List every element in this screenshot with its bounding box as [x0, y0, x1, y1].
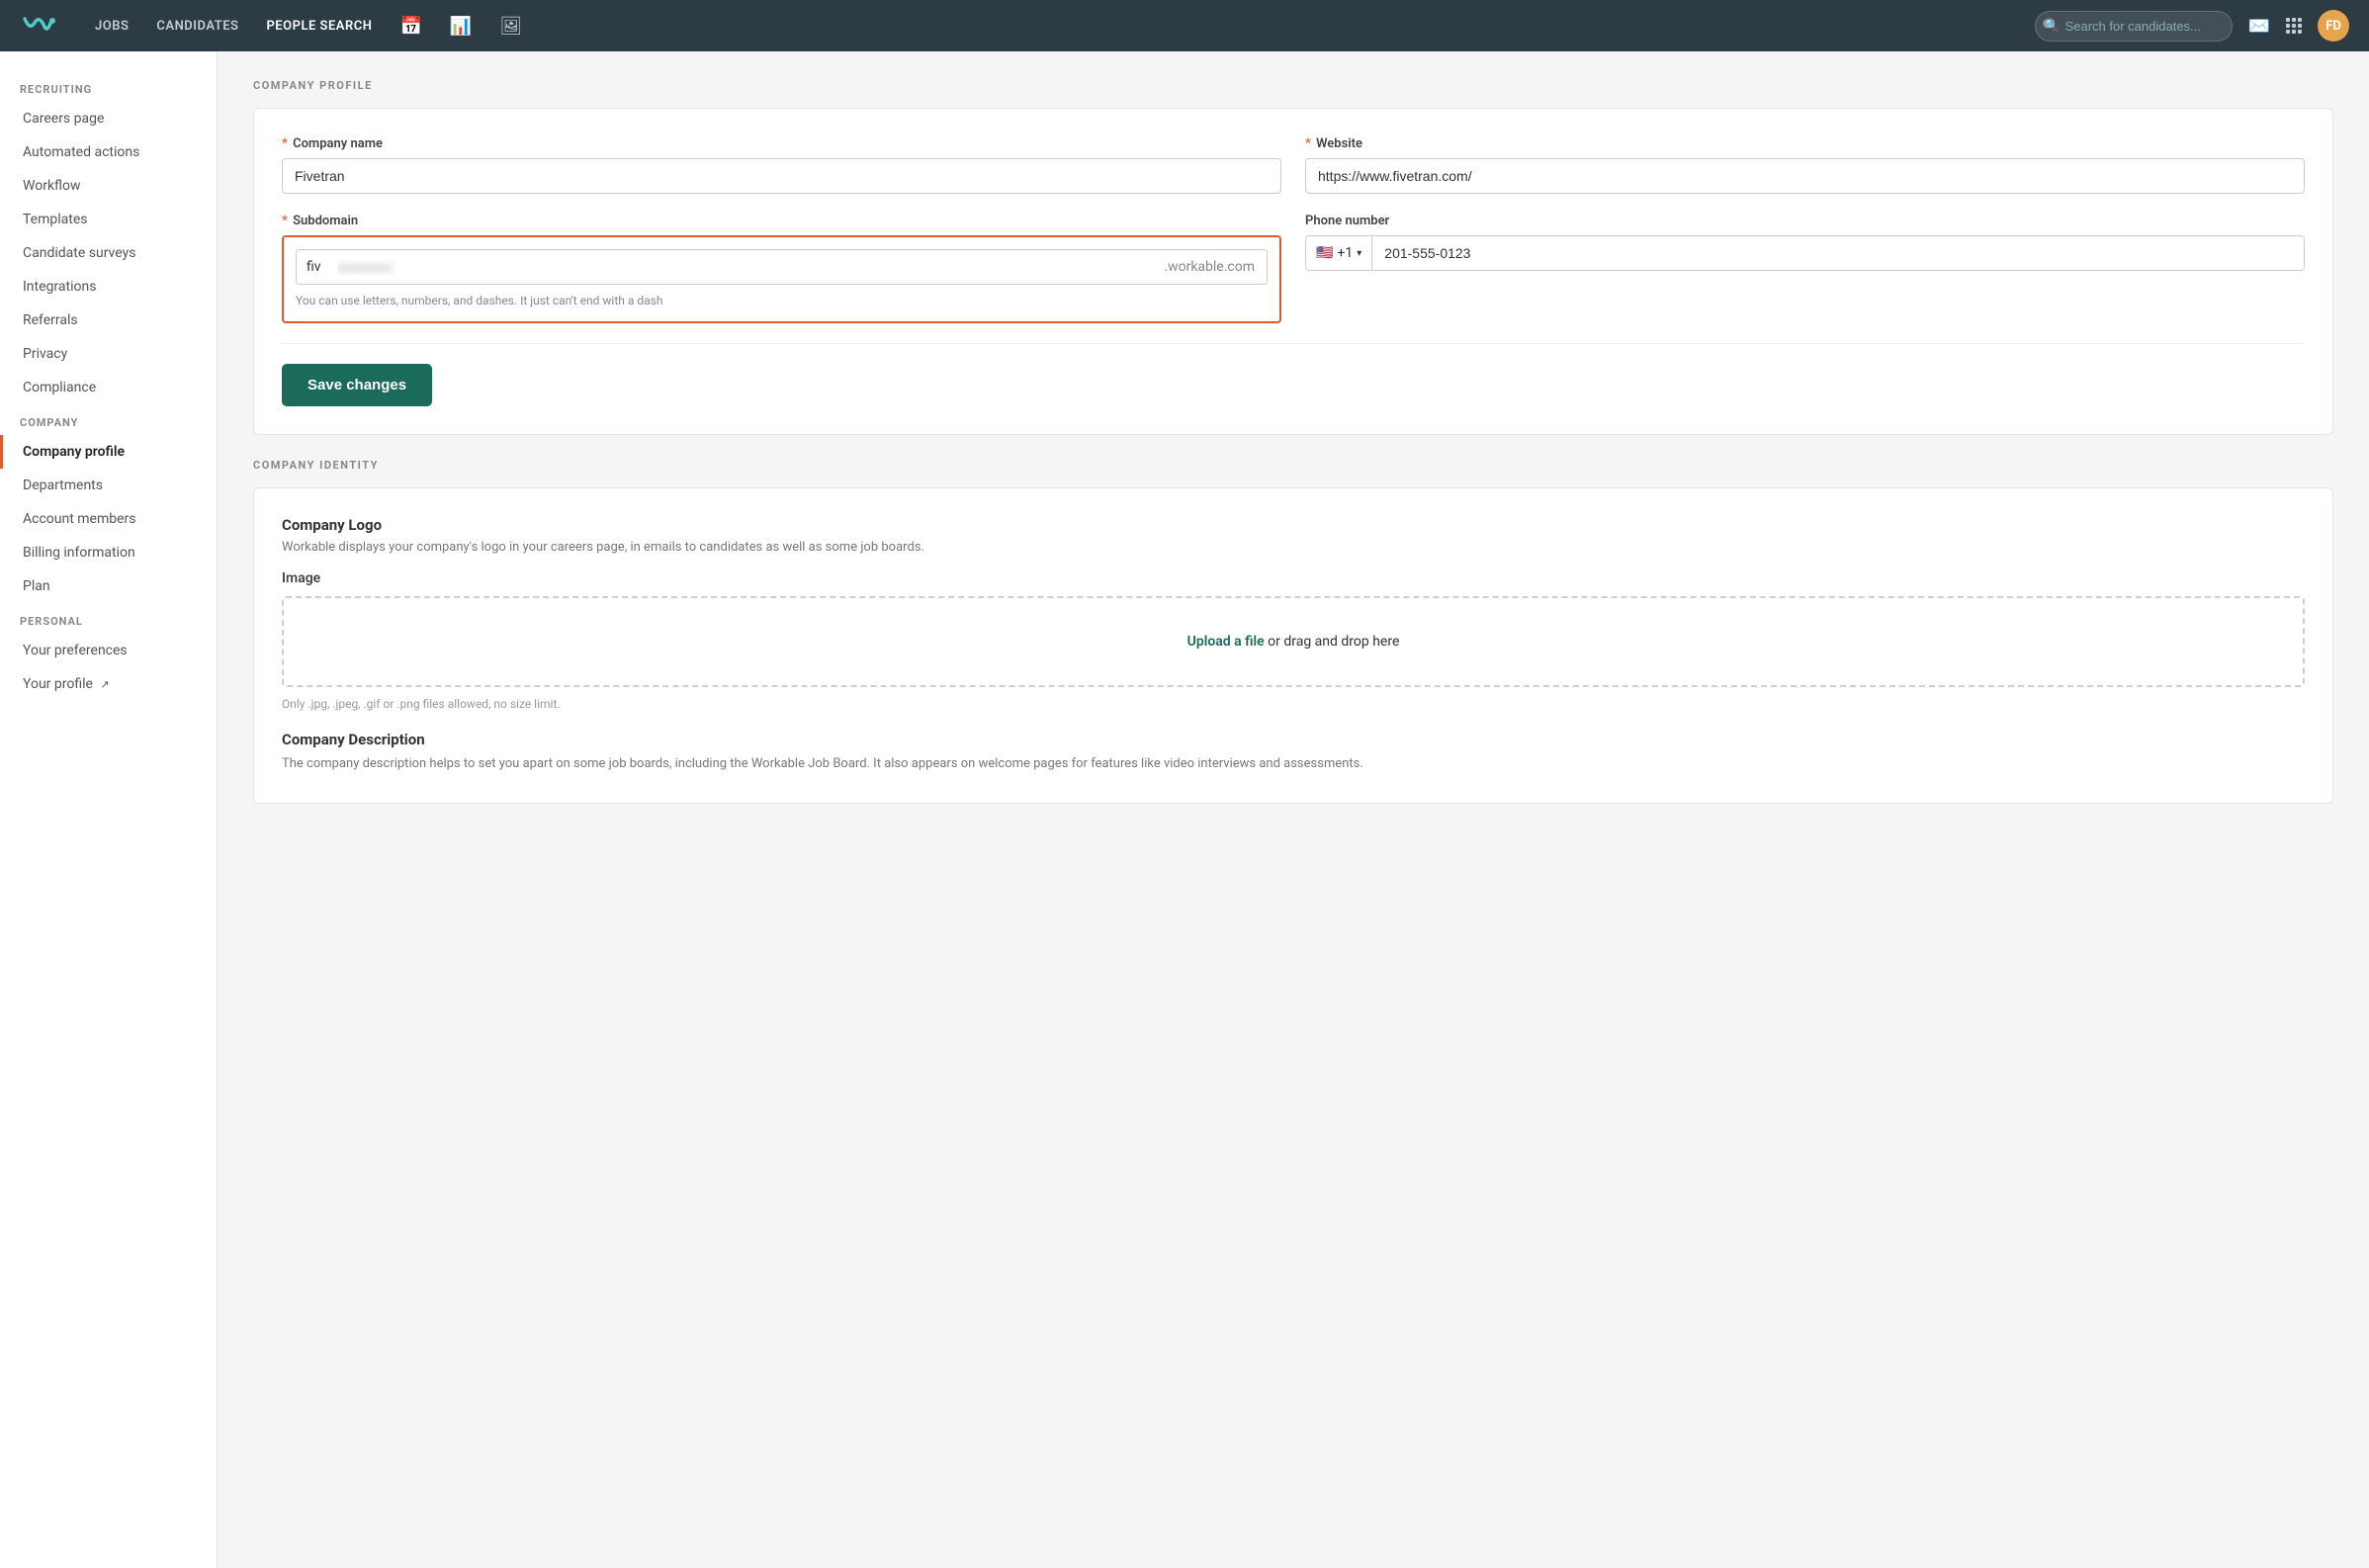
main-content: COMPANY PROFILE * Company name * Website — [218, 51, 2369, 1568]
sidebar-item-compliance[interactable]: Compliance — [0, 371, 217, 404]
sidebar-item-your-profile[interactable]: Your profile ↗ — [0, 667, 217, 701]
subdomain-label: * Subdomain — [282, 214, 1281, 228]
subdomain-group-outer: * Subdomain fiv .workable.com You can us… — [282, 214, 1281, 323]
company-profile-section-title: COMPANY PROFILE — [253, 79, 2333, 92]
sidebar: RECRUITING Careers page Automated action… — [0, 51, 218, 1568]
apps-grid-icon[interactable] — [2286, 18, 2302, 34]
subdomain-blurred-input[interactable] — [331, 250, 1153, 284]
phone-code: +1 — [1337, 245, 1353, 261]
phone-group: Phone number 🇺🇸 +1 ▾ — [1305, 214, 2305, 323]
sidebar-item-preferences[interactable]: Your preferences — [0, 634, 217, 667]
subdomain-suffix-text: .workable.com — [1152, 250, 1267, 284]
sidebar-item-templates[interactable]: Templates — [0, 203, 217, 236]
sidebar-item-automated-actions[interactable]: Automated actions — [0, 135, 217, 169]
subdomain-prefix-text: fiv — [297, 250, 331, 284]
topnav-right: 🔍 ✉️ FD — [2035, 10, 2349, 42]
company-logo-label: Company Logo — [282, 516, 2305, 534]
form-row-name-website: * Company name * Website — [282, 136, 2305, 194]
sidebar-section-personal: PERSONAL — [0, 603, 217, 634]
sidebar-item-departments[interactable]: Departments — [0, 469, 217, 502]
phone-label: Phone number — [1305, 214, 2305, 228]
search-icon: 🔍 — [2045, 19, 2061, 34]
form-divider — [282, 343, 2305, 344]
website-input[interactable] — [1305, 158, 2305, 194]
form-row-subdomain-phone: * Subdomain fiv .workable.com You can us… — [282, 214, 2305, 323]
company-description-text: The company description helps to set you… — [282, 754, 2305, 775]
search-input[interactable] — [2035, 11, 2233, 42]
sidebar-item-company-profile[interactable]: Company profile — [0, 435, 217, 469]
app-body: RECRUITING Careers page Automated action… — [0, 51, 2369, 1568]
sidebar-item-referrals[interactable]: Referrals — [0, 304, 217, 337]
subdomain-hint-text: You can use letters, numbers, and dashes… — [296, 293, 1268, 309]
sidebar-item-privacy[interactable]: Privacy — [0, 337, 217, 371]
save-changes-button[interactable]: Save changes — [282, 364, 432, 406]
nav-links: JOBS CANDIDATES PEOPLE SEARCH 📅 📊 🖼 — [95, 16, 2011, 37]
sidebar-item-integrations[interactable]: Integrations — [0, 270, 217, 304]
phone-wrap: 🇺🇸 +1 ▾ — [1305, 235, 2305, 271]
sidebar-section-company: COMPANY — [0, 404, 217, 435]
company-name-label: * Company name — [282, 136, 1281, 151]
company-name-input[interactable] — [282, 158, 1281, 194]
required-star-subdomain: * — [282, 214, 288, 228]
website-group: * Website — [1305, 136, 2305, 194]
subdomain-input-wrap: fiv .workable.com — [296, 249, 1268, 285]
sidebar-item-plan[interactable]: Plan — [0, 569, 217, 603]
external-link-icon: ↗ — [100, 678, 109, 691]
topnav: JOBS CANDIDATES PEOPLE SEARCH 📅 📊 🖼 🔍 ✉️… — [0, 0, 2369, 51]
phone-number-input[interactable] — [1371, 235, 2305, 271]
flag-emoji: 🇺🇸 — [1316, 245, 1333, 261]
company-identity-section-title: COMPANY IDENTITY — [253, 459, 2333, 472]
nav-jobs[interactable]: JOBS — [95, 19, 129, 34]
search-wrapper: 🔍 — [2035, 11, 2233, 42]
company-name-group: * Company name — [282, 136, 1281, 194]
chevron-down-icon: ▾ — [1357, 248, 1361, 259]
company-identity-card: Company Logo Workable displays your comp… — [253, 487, 2333, 804]
subdomain-error-container: fiv .workable.com You can use letters, n… — [282, 235, 1281, 323]
company-logo-desc: Workable displays your company's logo in… — [282, 540, 2305, 555]
sidebar-item-billing[interactable]: Billing information — [0, 536, 217, 569]
phone-country-select[interactable]: 🇺🇸 +1 ▾ — [1305, 235, 1371, 271]
nav-candidates[interactable]: CANDIDATES — [156, 19, 238, 34]
upload-dropzone[interactable]: Upload a file or drag and drop here — [282, 596, 2305, 687]
nav-people-search[interactable]: PEOPLE SEARCH — [266, 19, 372, 34]
required-star-website: * — [1305, 136, 1311, 151]
sidebar-section-recruiting: RECRUITING — [0, 71, 217, 102]
sidebar-item-account-members[interactable]: Account members — [0, 502, 217, 536]
image-icon[interactable]: 🖼 — [499, 16, 522, 37]
chart-icon[interactable]: 📊 — [450, 16, 472, 37]
company-description-label: Company Description — [282, 731, 2305, 748]
mail-icon[interactable]: ✉️ — [2248, 16, 2270, 37]
required-star: * — [282, 136, 288, 151]
upload-hint-text: Only .jpg, .jpeg, .gif or .png files all… — [282, 697, 2305, 711]
avatar[interactable]: FD — [2318, 10, 2349, 42]
upload-file-link[interactable]: Upload a file — [1187, 634, 1265, 650]
sidebar-item-careers-page[interactable]: Careers page — [0, 102, 217, 135]
calendar-icon[interactable]: 📅 — [399, 16, 421, 37]
sidebar-item-workflow[interactable]: Workflow — [0, 169, 217, 203]
drag-drop-text: or drag and drop here — [1265, 634, 1400, 650]
logo[interactable] — [20, 11, 59, 41]
website-label: * Website — [1305, 136, 2305, 151]
sidebar-item-candidate-surveys[interactable]: Candidate surveys — [0, 236, 217, 270]
company-profile-card: * Company name * Website * — [253, 108, 2333, 435]
image-sub-label: Image — [282, 570, 2305, 586]
